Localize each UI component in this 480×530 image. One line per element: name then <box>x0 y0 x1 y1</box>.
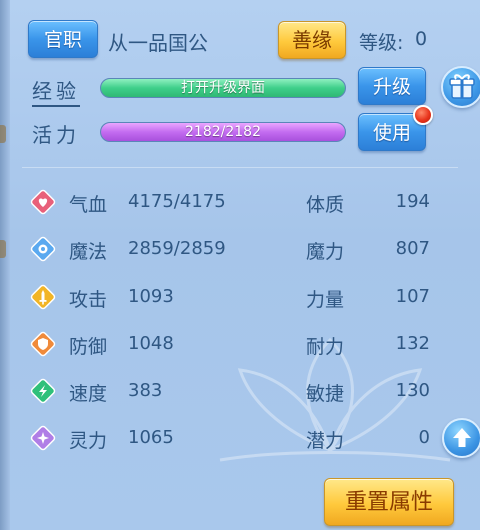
title-button[interactable]: 官职 <box>28 20 98 58</box>
gift-icon <box>449 74 475 99</box>
vitality-bar-text: 2182/2182 <box>185 124 261 140</box>
level-value: 0 <box>415 28 428 50</box>
rail-ornament <box>0 125 6 143</box>
attribute-value: 132 <box>395 333 430 354</box>
shield-icon <box>30 331 56 357</box>
experience-bar[interactable]: 打开升级界面 <box>100 78 346 98</box>
vitality-label: 活力 <box>32 123 80 147</box>
stat-value: 383 <box>128 380 163 401</box>
attribute-name: 体质 <box>306 194 345 216</box>
arrow-up-icon <box>453 428 471 447</box>
add-point-button[interactable] <box>442 418 480 458</box>
left-rail <box>0 0 10 530</box>
stat-name: 魔法 <box>69 241 108 263</box>
attribute-value: 194 <box>395 191 430 212</box>
stat-value: 1093 <box>128 286 174 307</box>
attribute-name: 力量 <box>306 289 345 311</box>
attribute-name: 敏捷 <box>306 383 345 405</box>
stat-name: 灵力 <box>69 430 108 452</box>
experience-bar-text: 打开升级界面 <box>181 80 265 96</box>
stat-value: 1048 <box>128 333 174 354</box>
attribute-name: 魔力 <box>306 241 345 263</box>
mana-icon <box>30 236 56 262</box>
attribute-name: 潜力 <box>306 430 345 452</box>
stat-value: 4175/4175 <box>128 191 226 212</box>
upgrade-button[interactable]: 升级 <box>358 67 426 105</box>
stat-name: 攻击 <box>69 289 108 311</box>
character-attribute-panel: 官职 从一品国公 善缘 等级: 0 经验 打开升级界面 升级 活力 2182/2… <box>0 0 480 530</box>
attribute-name: 耐力 <box>306 336 345 358</box>
stat-value: 2859/2859 <box>128 238 226 259</box>
notification-dot <box>413 105 433 125</box>
stat-name: 气血 <box>69 194 108 216</box>
vitality-bar: 2182/2182 <box>100 122 346 142</box>
stat-name: 防御 <box>69 336 108 358</box>
sword-icon <box>30 284 56 310</box>
speed-icon <box>30 378 56 404</box>
stat-name: 速度 <box>69 383 108 405</box>
attribute-value: 107 <box>395 286 430 307</box>
level-label: 等级: <box>359 32 404 54</box>
spirit-icon <box>30 425 56 451</box>
section-divider <box>22 167 458 168</box>
reset-attributes-button[interactable]: 重置属性 <box>324 478 454 526</box>
title-text: 从一品国公 <box>108 31 208 55</box>
heart-icon <box>30 189 56 215</box>
attribute-value: 0 <box>418 427 430 448</box>
attribute-value: 807 <box>395 238 430 259</box>
experience-label[interactable]: 经验 <box>32 75 80 107</box>
stat-value: 1065 <box>128 427 174 448</box>
rail-ornament <box>0 240 6 258</box>
shanyuan-button[interactable]: 善缘 <box>278 21 346 59</box>
attribute-value: 130 <box>395 380 430 401</box>
gift-button[interactable] <box>441 66 480 108</box>
